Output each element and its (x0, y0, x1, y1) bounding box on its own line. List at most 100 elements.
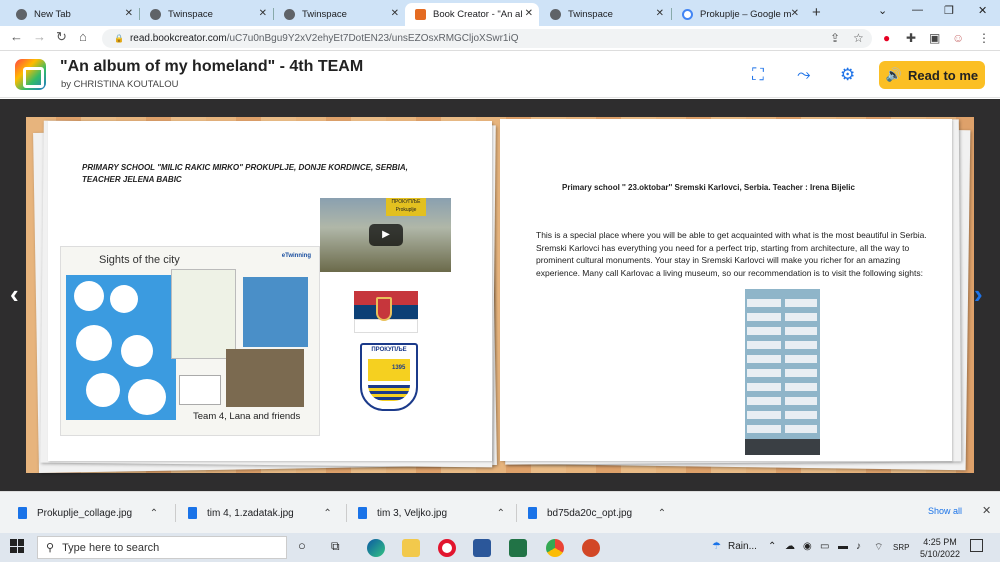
crest-title: ПРОКУПЉЕ (371, 347, 407, 353)
cortana-icon[interactable]: ○ (298, 538, 306, 553)
tab-new-tab[interactable]: New Tab ✕ (6, 3, 139, 26)
chrome-icon[interactable] (546, 539, 564, 557)
url-input[interactable]: 🔒 read.bookcreator.com/uC7u0nBgu9Y2xV2eh… (102, 29, 872, 48)
close-icon[interactable]: ✕ (982, 504, 991, 517)
collage-title: Sights of the city (99, 254, 180, 266)
share-icon[interactable]: ⇪ (830, 31, 840, 45)
reader-stage: PRIMARY SCHOOL "MILIC RAKIC MIRKO" PROKU… (0, 99, 1000, 491)
twinspace-icon (550, 9, 561, 20)
menu-kebab-icon[interactable]: ⋮ (978, 31, 990, 45)
left-page[interactable]: PRIMARY SCHOOL "MILIC RAKIC MIRKO" PROKU… (48, 121, 492, 461)
chevron-up-icon[interactable]: ⌃ (768, 541, 776, 552)
tab-twinspace-1[interactable]: Twinspace ✕ (140, 3, 273, 26)
show-all-downloads-link[interactable]: Show all (928, 506, 962, 516)
book-creator-logo[interactable] (15, 59, 46, 90)
next-page-arrow-icon[interactable]: › (974, 279, 983, 310)
minimize-button[interactable]: — (912, 4, 923, 16)
sidepanel-icon[interactable]: ▣ (929, 31, 940, 45)
lock-icon: 🔒 (114, 34, 124, 43)
download-item[interactable]: bd75da20c_opt.jpg ⌃ (528, 501, 666, 525)
image-file-icon (358, 507, 367, 519)
tab-book-creator[interactable]: Book Creator - "An al ✕ (405, 3, 539, 26)
tab-search-icon[interactable]: ⌄ (878, 4, 887, 17)
video-road-sign: ПРОКУПЉЕ Prokuplje (386, 198, 426, 216)
book-creator-icon (415, 9, 426, 20)
tab-twinspace-3[interactable]: Twinspace ✕ (540, 3, 670, 26)
windows-taskbar: ⚲ Type here to search ○ ⧉ ☂ Rain... ⌃ ☁ … (0, 533, 1000, 562)
chevron-up-icon[interactable]: ⌃ (497, 508, 505, 519)
crest-year: 1395 (392, 365, 406, 371)
task-view-icon[interactable]: ⧉ (331, 539, 340, 554)
weather-text[interactable]: Rain... (728, 541, 757, 552)
fullscreen-icon[interactable]: ⛶ (752, 65, 764, 85)
pinterest-icon[interactable]: ● (883, 31, 890, 45)
meet-now-icon[interactable]: ◉ (803, 541, 812, 552)
address-bar-row: ← → ↻ ⌂ 🔒 read.bookcreator.com/uC7u0nBgu… (0, 26, 1000, 51)
windows-start-icon[interactable] (10, 539, 24, 553)
search-icon: ⚲ (46, 542, 55, 554)
powerpoint-icon[interactable] (582, 539, 600, 557)
coat-of-arms-icon (376, 297, 392, 321)
close-icon[interactable]: ✕ (656, 8, 664, 19)
word-icon[interactable] (473, 539, 491, 557)
prokuplje-video[interactable]: ПРОКУПЉЕ Prokuplje ▶ (320, 198, 451, 272)
close-icon[interactable]: ✕ (525, 8, 533, 19)
sights-poster-image[interactable] (745, 289, 820, 455)
file-explorer-icon[interactable] (402, 539, 420, 557)
network-icon[interactable]: ▭ (820, 541, 829, 552)
collage-blue-card (66, 275, 176, 420)
settings-gear-icon[interactable]: ⚙ (840, 65, 855, 85)
collage-photo-desk (243, 277, 308, 347)
chevron-up-icon[interactable]: ⌃ (150, 508, 158, 519)
left-page-heading: PRIMARY SCHOOL "MILIC RAKIC MIRKO" PROKU… (82, 163, 408, 184)
onedrive-icon[interactable]: ☁ (785, 541, 795, 552)
divider (516, 504, 517, 522)
taskbar-clock[interactable]: 4:25 PM 5/10/2022 (920, 536, 960, 560)
back-button[interactable]: ← (10, 29, 23, 44)
tab-twinspace-2[interactable]: Twinspace ✕ (274, 3, 405, 26)
play-icon[interactable]: ▶ (369, 224, 403, 246)
twinspace-icon (284, 9, 295, 20)
read-to-me-button[interactable]: 🔊 Read to me (879, 61, 985, 89)
forward-button[interactable]: → (33, 29, 46, 44)
collage-photo-table (226, 349, 304, 407)
bookmark-star-icon[interactable]: ☆ (853, 31, 864, 45)
maximize-button[interactable]: ❐ (944, 4, 954, 17)
opera-icon[interactable] (438, 539, 456, 557)
google-icon (682, 9, 693, 20)
new-tab-button[interactable]: + (812, 4, 821, 21)
close-window-button[interactable]: ✕ (978, 4, 987, 17)
close-icon[interactable]: ✕ (391, 8, 399, 19)
right-page[interactable]: Primary school '' 23.oktobar'' Sremski K… (500, 119, 952, 461)
download-item[interactable]: Prokuplje_collage.jpg ⌃ (18, 501, 158, 525)
image-file-icon (528, 507, 537, 519)
previous-page-arrow-icon[interactable]: ‹ (10, 279, 19, 310)
chevron-up-icon[interactable]: ⌃ (323, 508, 331, 519)
close-icon[interactable]: ✕ (791, 8, 799, 19)
share-icon[interactable]: ⤳ (797, 65, 811, 85)
chevron-up-icon[interactable]: ⌃ (658, 508, 666, 519)
excel-icon[interactable] (509, 539, 527, 557)
weather-icon[interactable]: ☂ (712, 541, 721, 552)
download-item[interactable]: tim 3, Veljko.jpg ⌃ (358, 501, 505, 525)
edge-icon[interactable] (367, 539, 385, 557)
tab-google-maps[interactable]: Prokuplje – Google m ✕ (672, 3, 805, 26)
language-indicator[interactable]: SRP (893, 543, 909, 552)
close-icon[interactable]: ✕ (125, 8, 133, 19)
home-button[interactable]: ⌂ (79, 29, 87, 44)
wifi-icon[interactable]: ⌔ (874, 541, 883, 554)
twinspace-icon (150, 9, 161, 20)
taskbar-search-input[interactable]: ⚲ Type here to search (37, 536, 287, 559)
book-author: by CHRISTINA KOUTALOU (61, 79, 179, 90)
reload-button[interactable]: ↻ (56, 29, 67, 45)
battery-icon[interactable]: ▬ (838, 541, 848, 552)
downloads-bar: Prokuplje_collage.jpg ⌃ tim 4, 1.zadatak… (0, 491, 1000, 533)
download-item[interactable]: tim 4, 1.zadatak.jpg ⌃ (188, 501, 332, 525)
extensions-icon[interactable]: ✚ (906, 31, 916, 45)
sights-collage-image[interactable]: Sights of the city eTwinning Team 4, Lan… (60, 246, 320, 436)
notifications-icon[interactable] (970, 539, 983, 552)
etwinning-logo: eTwinning (281, 253, 311, 259)
volume-icon[interactable]: ♪ (856, 541, 861, 552)
avatar[interactable]: ☺ (952, 31, 964, 45)
close-icon[interactable]: ✕ (259, 8, 267, 19)
